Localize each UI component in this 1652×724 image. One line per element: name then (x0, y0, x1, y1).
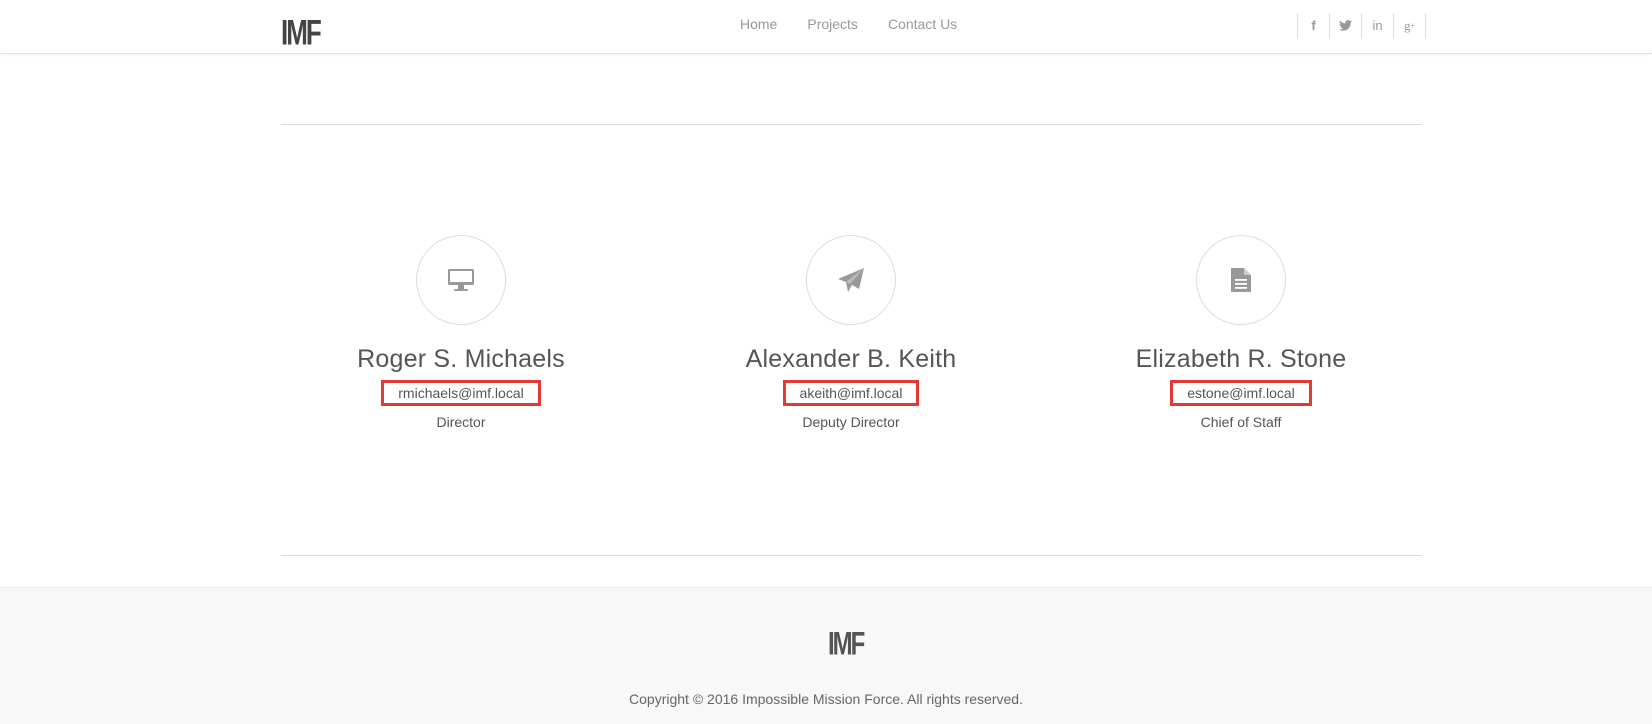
member-email[interactable]: akeith@imf.local (782, 380, 920, 406)
twitter-icon[interactable] (1330, 13, 1362, 38)
social-links: f in g + (1297, 13, 1426, 38)
nav-projects[interactable]: Projects (807, 16, 858, 32)
facebook-icon[interactable]: f (1298, 13, 1330, 38)
copyright-text: Copyright © 2016 Impossible Mission Forc… (629, 691, 1023, 707)
member-name: Roger S. Michaels (357, 345, 565, 373)
team-card: Roger S. Michaels rmichaels@imf.local Di… (311, 235, 611, 430)
team-card: Alexander B. Keith akeith@imf.local Depu… (701, 235, 1001, 430)
member-role: Director (436, 414, 486, 430)
team-card: Elizabeth R. Stone estone@imf.local Chie… (1091, 235, 1391, 430)
member-name: Alexander B. Keith (745, 345, 957, 373)
paper-plane-icon (806, 235, 896, 325)
linkedin-icon[interactable]: in (1362, 13, 1394, 38)
member-name: Elizabeth R. Stone (1135, 345, 1347, 373)
member-role: Deputy Director (802, 414, 900, 430)
member-email[interactable]: estone@imf.local (1170, 380, 1312, 406)
document-icon (1196, 235, 1286, 325)
site-header: IMF Home Projects Contact Us f in g + (0, 0, 1652, 54)
footer-logo: IMF (828, 626, 865, 663)
google-plus-icon[interactable]: g + (1394, 13, 1426, 38)
nav-home[interactable]: Home (740, 16, 777, 32)
site-footer: IMF Copyright © 2016 Impossible Mission … (0, 587, 1652, 724)
divider-bottom (281, 555, 1422, 556)
member-email[interactable]: rmichaels@imf.local (381, 380, 541, 406)
desktop-icon (416, 235, 506, 325)
divider-top (281, 124, 1422, 125)
site-logo[interactable]: IMF (281, 12, 322, 54)
member-role: Chief of Staff (1200, 414, 1282, 430)
nav-contact-us[interactable]: Contact Us (888, 16, 957, 32)
main-nav: Home Projects Contact Us (740, 16, 987, 32)
